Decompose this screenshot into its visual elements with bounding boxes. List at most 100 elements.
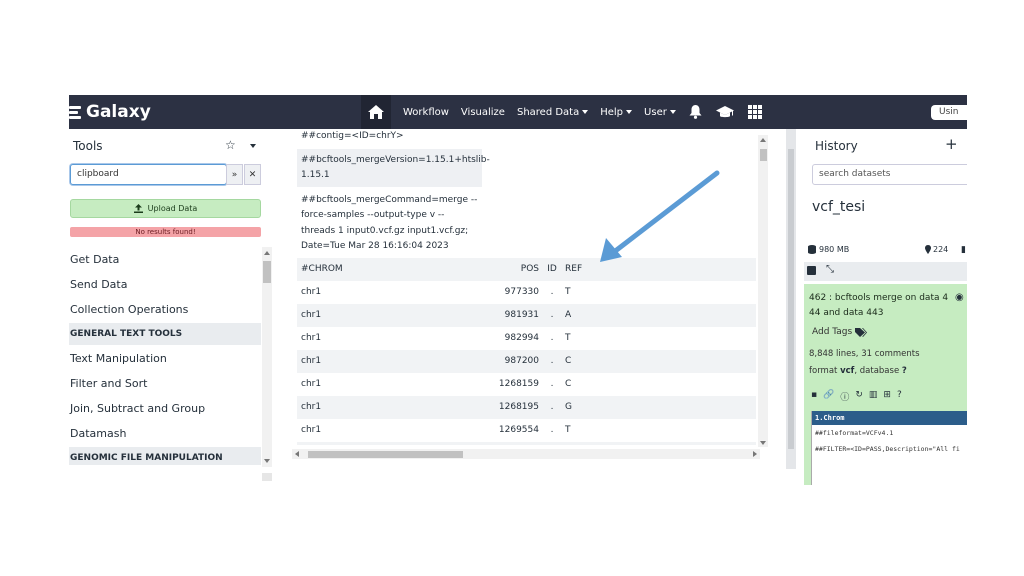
sitemap-icon[interactable]: ⊞ <box>883 390 891 403</box>
tool-panel: Tools ☆ clipboard » ✕ Upload Data No res… <box>69 129 274 485</box>
tool-section-send-data[interactable]: Send Data <box>69 272 261 297</box>
map-marker-icon <box>925 245 931 254</box>
select-all-checkbox-icon[interactable] <box>807 266 816 275</box>
table-cell: chr1 <box>301 287 322 297</box>
save-icon[interactable]: ▪ <box>811 390 817 403</box>
tool-panel-resize-handle[interactable] <box>262 473 272 481</box>
tours-button[interactable] <box>715 105 734 119</box>
history-search-input[interactable]: search datasets <box>812 164 967 185</box>
tool-category-general-text-tools: GENERAL TEXT TOOLS <box>69 323 261 345</box>
database-value[interactable]: ? <box>902 366 907 376</box>
history-panel-divider[interactable] <box>786 129 796 469</box>
peek-line: ##FILTER=<ID=PASS,Description="All fi <box>815 445 960 453</box>
scroll-down-icon[interactable] <box>264 459 270 463</box>
clear-search-button[interactable]: ✕ <box>244 164 261 185</box>
table-cell: chr1 <box>301 379 322 389</box>
nav-help[interactable]: Help <box>600 107 632 118</box>
scrollbar-thumb[interactable] <box>760 149 767 161</box>
link-icon[interactable]: 🔗 <box>823 390 834 403</box>
eye-icon[interactable]: ◉ <box>955 292 964 303</box>
nav-visualize[interactable]: Visualize <box>461 107 505 118</box>
new-history-plus-icon[interactable]: + <box>945 135 958 153</box>
nav-workflow[interactable]: Workflow <box>403 107 449 118</box>
table-cell: chr1 <box>301 310 322 320</box>
table-cell: . <box>550 287 554 297</box>
add-tags-button[interactable]: Add Tags <box>812 327 868 337</box>
main-nav: Workflow Visualize Shared Data Help User <box>361 95 769 129</box>
scrollbar-thumb[interactable] <box>308 451 463 458</box>
upload-data-button[interactable]: Upload Data <box>70 199 261 218</box>
table-row: chr1 987200. C <box>297 349 756 373</box>
scroll-up-icon[interactable] <box>264 251 270 255</box>
collapse-icon[interactable]: ⤡ <box>826 264 834 275</box>
divider-handle[interactable] <box>788 149 794 449</box>
table-cell: . <box>550 333 554 343</box>
table-cell: T <box>565 333 571 343</box>
rerun-icon[interactable]: ↻ <box>855 390 863 403</box>
trash-icon[interactable]: ▮ <box>961 245 966 255</box>
nav-shared-data[interactable]: Shared Data <box>517 107 588 118</box>
vcf-header-line: ##contig=<ID=chrY> <box>297 129 482 145</box>
column-header: POS <box>520 264 539 274</box>
tool-list-scrollbar[interactable] <box>262 247 272 467</box>
history-count-value: 224 <box>933 245 949 254</box>
tool-section-get-data[interactable]: Get Data <box>69 247 261 272</box>
masthead: Galaxy Workflow Visualize Shared Data He… <box>69 95 967 129</box>
add-tags-label: Add Tags <box>812 327 853 337</box>
notifications-button[interactable] <box>689 105 702 119</box>
table-header-row: #CHROM POS ID REF <box>297 257 756 281</box>
vcf-table: #CHROM POS ID REF chr1 977330. T chr1 98193… <box>297 257 756 446</box>
history-dataset-count[interactable]: 224 <box>925 245 948 254</box>
tool-section-datamash[interactable]: Datamash <box>69 421 261 446</box>
favorites-star-icon[interactable]: ☆ <box>225 138 236 152</box>
scroll-up-icon[interactable] <box>760 138 766 142</box>
history-name[interactable]: vcf_tesi <box>812 199 865 215</box>
table-cell: . <box>543 442 561 446</box>
center-horizontal-scrollbar[interactable] <box>292 449 760 459</box>
upload-icon <box>133 204 143 213</box>
history-size[interactable]: 980 MB <box>808 245 849 254</box>
column-header: #CHROM <box>301 264 343 274</box>
table-cell: T <box>565 425 571 435</box>
close-icon: ✕ <box>248 169 257 180</box>
format-value: vcf <box>840 366 855 376</box>
tools-title: Tools <box>73 139 103 153</box>
dataset-actions: ▪ 🔗 ⓘ ↻ ▥ ⊞ ? <box>811 390 902 403</box>
column-header: REF <box>565 264 583 274</box>
tool-section-join-subtract-group[interactable]: Join, Subtract and Group <box>69 396 261 421</box>
tool-section-text-manipulation[interactable]: Text Manipulation <box>69 346 261 371</box>
tool-section-collection-operations[interactable]: Collection Operations <box>69 297 261 322</box>
scroll-right-icon[interactable] <box>753 451 757 457</box>
advanced-search-button[interactable]: » <box>226 164 243 185</box>
tool-section-filter-and-sort[interactable]: Filter and Sort <box>69 371 261 396</box>
home-button[interactable] <box>361 95 391 129</box>
question-icon[interactable]: ? <box>897 390 902 403</box>
info-icon[interactable]: ⓘ <box>840 390 849 403</box>
table-row: chr1 1268195. G <box>297 395 756 419</box>
table-cell: chr1 <box>301 425 322 435</box>
no-results-alert: No results found! <box>70 227 261 237</box>
scroll-down-icon[interactable] <box>760 441 766 445</box>
tools-menu-caret-icon[interactable] <box>250 144 256 148</box>
table-cell: 1269554 <box>498 425 539 435</box>
table-cell: chr1 <box>301 402 322 412</box>
dataset-format: format vcf, database ? <box>809 366 907 376</box>
center-vertical-scrollbar[interactable] <box>758 135 768 447</box>
peek-line: ##fileformat=VCFv4.1 <box>815 429 894 437</box>
nav-user[interactable]: User <box>644 107 676 118</box>
table-cell: . <box>550 402 554 412</box>
tool-search-input[interactable]: clipboard <box>70 164 227 185</box>
center-panel: ##contig=<ID=chrY> ##bcftools_mergeVersi… <box>274 129 768 485</box>
dataset-item[interactable]: 462 : bcftools merge on data 4 44 and da… <box>804 284 967 485</box>
table-cell: 987200 <box>504 356 539 366</box>
scrollbar-thumb[interactable] <box>263 261 271 283</box>
brand-logo[interactable]: Galaxy <box>69 100 151 124</box>
table-cell: . <box>550 379 554 389</box>
graduation-cap-icon <box>715 105 734 117</box>
scroll-left-icon[interactable] <box>295 451 299 457</box>
apps-button[interactable] <box>747 105 762 119</box>
table-row: chr1 977330. T <box>297 280 756 304</box>
visualize-icon[interactable]: ▥ <box>869 390 878 403</box>
dataset-title[interactable]: 462 : bcftools merge on data 4 44 and da… <box>809 291 954 321</box>
using-button[interactable]: Usin <box>931 105 967 120</box>
